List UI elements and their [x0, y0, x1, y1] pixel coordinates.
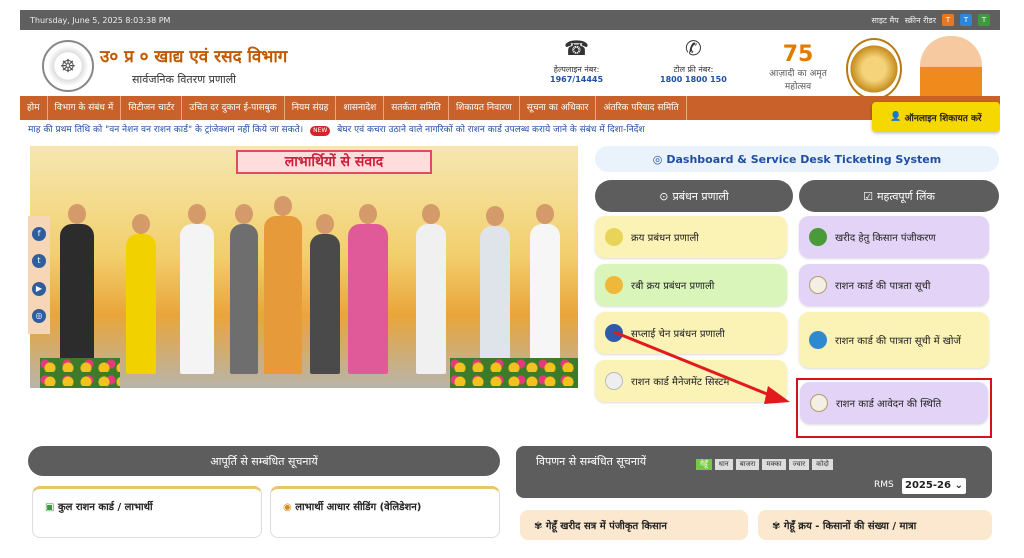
- crop-tabs: गेहूँ धान बाजरा मक्का ज्वार कोदो: [696, 456, 836, 470]
- wheat-icon: ✾: [534, 521, 546, 532]
- crop-tab[interactable]: बाजरा: [735, 459, 760, 470]
- card-icon: ▣: [45, 502, 58, 513]
- card-wheat-purchase-count[interactable]: ✾ गेहूँ क्रय - किसानों की संख्या / मात्र…: [758, 510, 992, 540]
- marketing-info-title: विपणन से सम्बंधित सूचनायें: [536, 455, 647, 468]
- card-total-ration-cards[interactable]: ▣ कुल राशन कार्ड / लाभार्थी: [32, 486, 262, 538]
- browser-viewport: Thursday, June 5, 2025 8:03:38 PM साइट म…: [20, 10, 1000, 550]
- crop-tab[interactable]: धान: [714, 459, 733, 470]
- crop-tab[interactable]: कोदो: [812, 459, 833, 470]
- card-aadhaar-seeding[interactable]: ◉ लाभार्थी आधार सीडिंग (वेलिडेशन): [270, 486, 500, 538]
- marketing-info-panel: विपणन से सम्बंधित सूचनायें गेहूँ धान बाजरा…: [516, 446, 992, 498]
- crop-tab[interactable]: ज्वार: [788, 459, 810, 470]
- wheat-icon: ✾: [772, 521, 784, 532]
- fingerprint-icon: ◉: [283, 502, 296, 513]
- supply-info-header: आपूर्ति से सम्बंधित सूचनायें: [28, 446, 500, 476]
- chevron-down-icon: ⌄: [954, 480, 963, 491]
- rms-label: RMS: [874, 480, 894, 490]
- crop-tab[interactable]: मक्का: [762, 459, 786, 470]
- card-wheat-registered-farmers[interactable]: ✾ गेहूँ खरीद सत्र में पंजीकृत किसान: [520, 510, 748, 540]
- crop-tab[interactable]: गेहूँ: [696, 459, 712, 470]
- rms-year-select[interactable]: 2025-26 ⌄: [902, 478, 966, 494]
